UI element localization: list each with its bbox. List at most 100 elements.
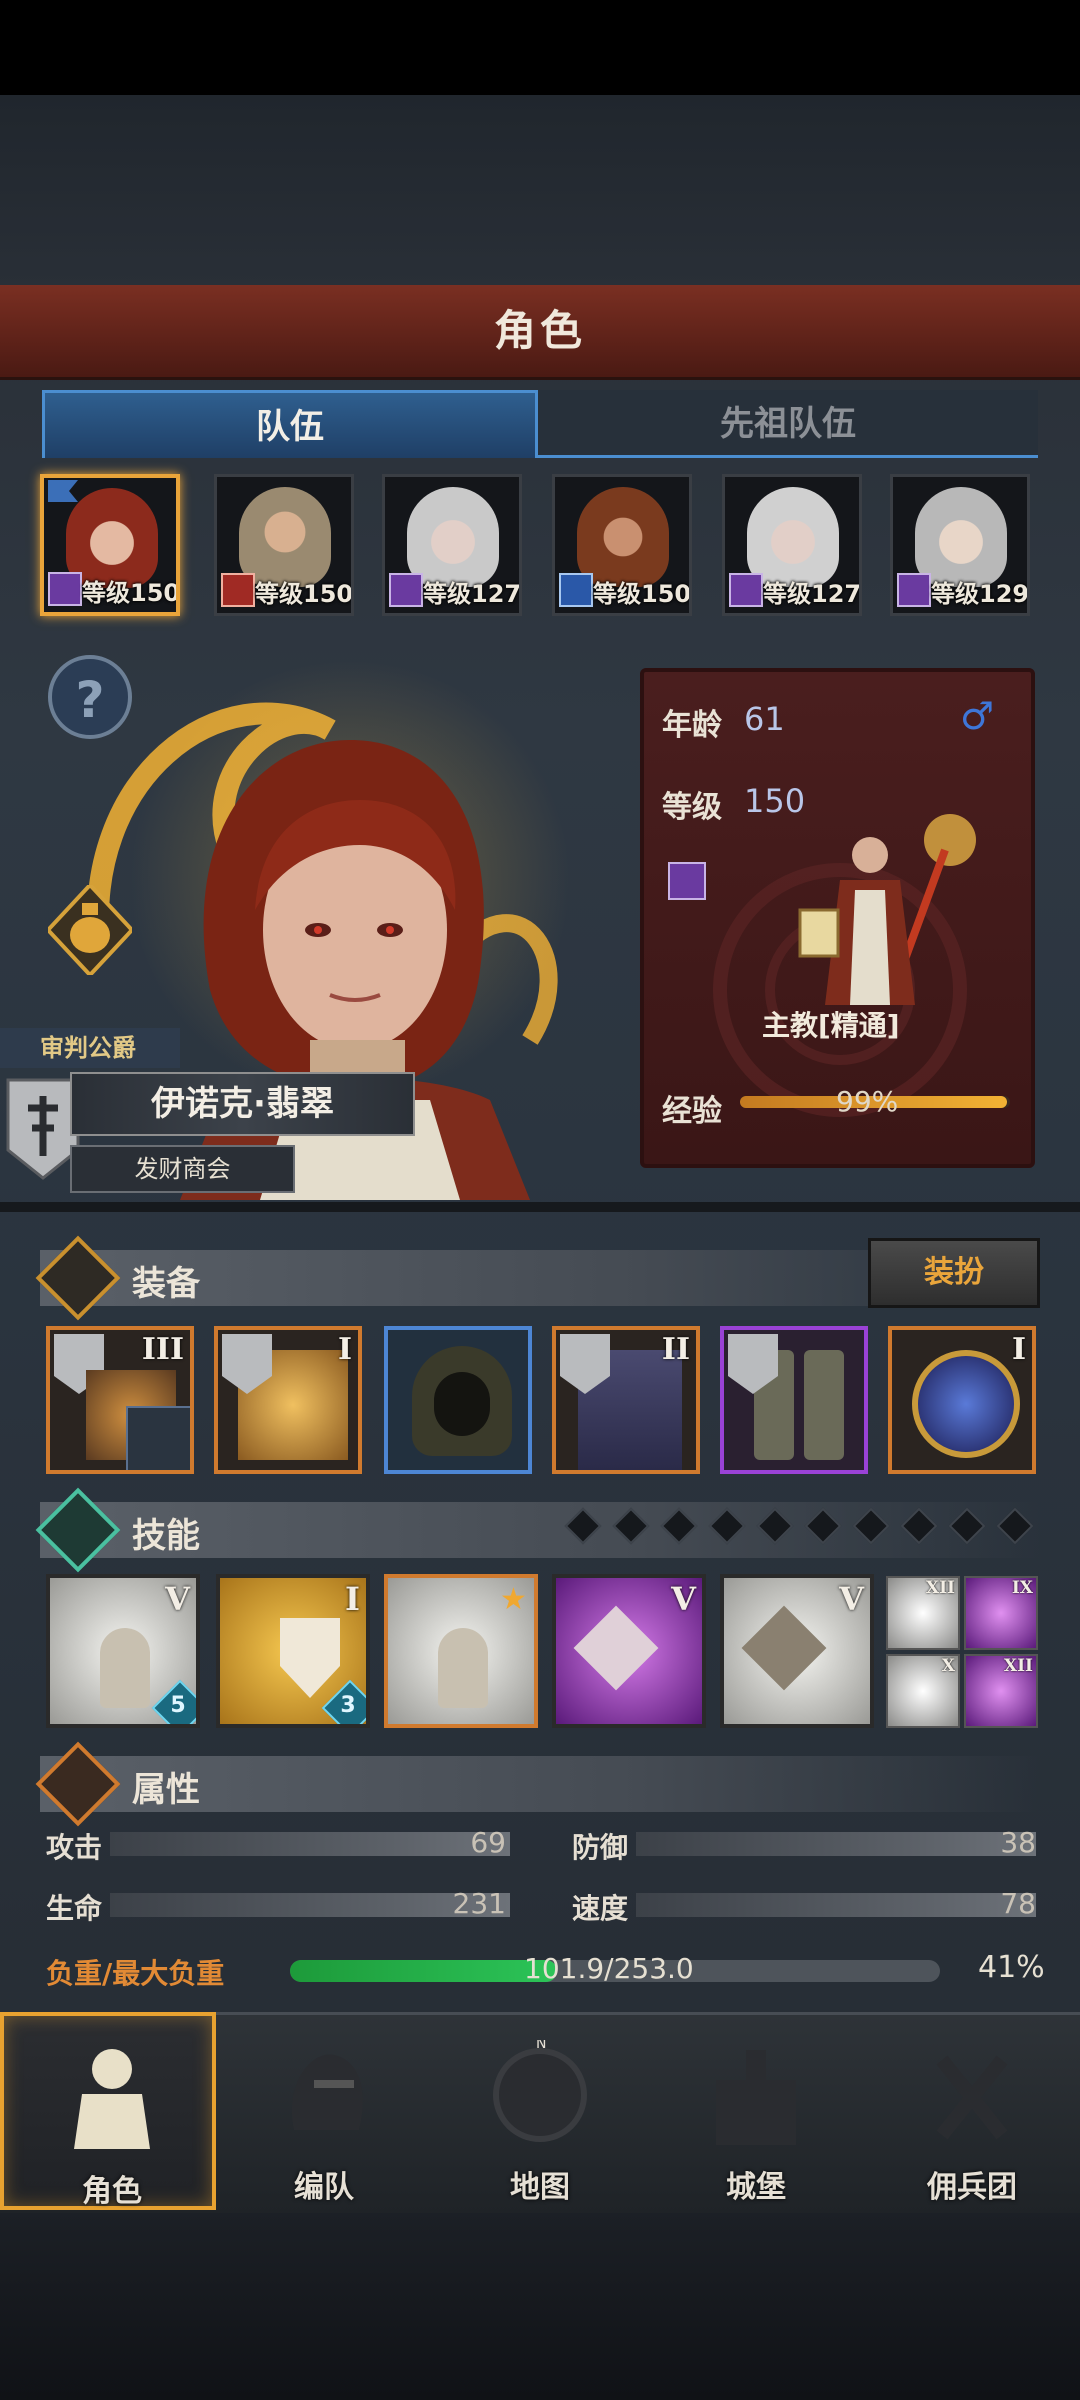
guild-name: 发财商会 bbox=[70, 1145, 295, 1193]
tab-ancestor-team[interactable]: 先祖队伍 bbox=[538, 390, 1038, 458]
skill-4[interactable]: V bbox=[552, 1574, 706, 1728]
equip-rank: I bbox=[337, 1332, 352, 1367]
figure-icon bbox=[438, 1628, 488, 1708]
shield-icon bbox=[280, 1618, 340, 1698]
crossed-swords-icon bbox=[936, 2055, 1008, 2140]
potion-icon[interactable] bbox=[48, 885, 132, 975]
roster-hero-1[interactable]: 等级150 bbox=[40, 474, 180, 616]
sword-class-icon bbox=[559, 573, 593, 607]
equip-rank: I bbox=[1011, 1332, 1026, 1367]
noble-title-tag: 审判公爵 bbox=[0, 1028, 180, 1068]
age-label: 年龄 bbox=[662, 708, 722, 743]
skill-rank: XII bbox=[925, 1578, 955, 1598]
staff-class-icon bbox=[897, 573, 931, 607]
skills-title: 技能 bbox=[132, 1516, 200, 1556]
hp-value: 231 bbox=[452, 1887, 506, 1920]
status-bar-area bbox=[0, 0, 1080, 95]
skill-5[interactable]: V bbox=[720, 1574, 874, 1728]
staff-class-icon bbox=[668, 862, 706, 900]
dress-up-button[interactable]: 装扮 bbox=[868, 1238, 1040, 1308]
hero-level: 等级127 bbox=[423, 580, 522, 608]
svg-text:N: N bbox=[536, 2040, 546, 2052]
hero-level: 等级150 bbox=[255, 580, 354, 608]
orb-icon bbox=[912, 1350, 1020, 1458]
nav-mercenary[interactable]: 佣兵团 bbox=[864, 2012, 1080, 2210]
defense-value: 38 bbox=[1000, 1826, 1036, 1859]
roster-hero-3[interactable]: 等级127 bbox=[382, 474, 522, 616]
crystal-icon bbox=[741, 1605, 827, 1691]
skill-rank: IX bbox=[1011, 1578, 1033, 1598]
skill-rank: V bbox=[165, 1580, 190, 1618]
help-icon[interactable]: ? bbox=[48, 655, 132, 739]
skill-3[interactable]: ★ bbox=[384, 1574, 538, 1728]
staff-class-icon bbox=[48, 572, 82, 606]
roster-hero-4[interactable]: 等级150 bbox=[552, 474, 692, 616]
roster-hero-5[interactable]: 等级127 bbox=[722, 474, 862, 616]
passive-skill-2[interactable]: IX bbox=[964, 1576, 1038, 1650]
hp-label: 生命 bbox=[46, 1892, 103, 1925]
equip-slot-offhand[interactable]: I bbox=[214, 1326, 362, 1474]
passive-skill-4[interactable]: XII bbox=[964, 1654, 1038, 1728]
hero-name: 伊诺克·翡翠 bbox=[70, 1072, 415, 1136]
load-value: 101.9/253.0 bbox=[524, 1952, 694, 1985]
roster-hero-6[interactable]: 等级129 bbox=[890, 474, 1030, 616]
hero-portrait bbox=[747, 487, 839, 587]
hero-portrait bbox=[577, 487, 669, 587]
equip-rank: II bbox=[661, 1332, 690, 1367]
nav-label: 编队 bbox=[294, 2170, 354, 2205]
skill-rank: V bbox=[671, 1580, 696, 1618]
faction-emblem-icon bbox=[6, 1078, 80, 1180]
skill-2[interactable]: I 3 bbox=[216, 1574, 370, 1728]
nav-map[interactable]: N 地图 bbox=[432, 2012, 648, 2210]
level-label: 等级 bbox=[662, 790, 722, 825]
equip-slot-armor[interactable]: II bbox=[552, 1326, 700, 1474]
exp-label: 经验 bbox=[662, 1094, 722, 1129]
boot-icon bbox=[804, 1350, 844, 1460]
skill-count: 5 bbox=[170, 1693, 186, 1718]
page-title: 角色 bbox=[493, 306, 586, 355]
skill-rank: XII bbox=[1003, 1656, 1033, 1676]
male-icon: ♂ bbox=[960, 694, 995, 738]
attack-value: 69 bbox=[470, 1826, 506, 1859]
bottom-fill bbox=[0, 2210, 1080, 2400]
defense-label: 防御 bbox=[572, 1831, 629, 1864]
roster-hero-2[interactable]: 等级150 bbox=[214, 474, 354, 616]
skill-count: 3 bbox=[340, 1693, 356, 1718]
hero-portrait bbox=[915, 487, 1007, 587]
nav-label: 城堡 bbox=[726, 2170, 786, 2205]
hero-level: 等级150 bbox=[593, 580, 692, 608]
nav-castle[interactable]: 城堡 bbox=[648, 2012, 864, 2210]
title-banner: 角色 bbox=[0, 285, 1080, 380]
equip-slot-accessory[interactable]: I bbox=[888, 1326, 1036, 1474]
nav-character[interactable]: 角色 bbox=[0, 2012, 216, 2210]
equip-slot-helmet[interactable] bbox=[384, 1326, 532, 1474]
offhand-icon bbox=[126, 1406, 190, 1470]
shield-class-icon bbox=[221, 573, 255, 607]
nav-formation[interactable]: 编队 bbox=[216, 2012, 432, 2210]
equip-slot-weapon[interactable]: III bbox=[46, 1326, 194, 1474]
hero-level: 等级150 bbox=[82, 579, 180, 607]
load-bar-fill bbox=[290, 1960, 557, 1982]
figure-icon bbox=[100, 1628, 150, 1708]
crystal-icon bbox=[573, 1605, 659, 1691]
attack-label: 攻击 bbox=[46, 1831, 103, 1864]
equipment-title: 装备 bbox=[132, 1264, 200, 1304]
equip-rank: III bbox=[141, 1332, 184, 1367]
skill-rank: I bbox=[345, 1580, 360, 1618]
passive-skill-3[interactable]: X bbox=[886, 1654, 960, 1728]
tab-team[interactable]: 队伍 bbox=[42, 390, 538, 458]
skill-1[interactable]: V 5 bbox=[46, 1574, 200, 1728]
load-percent: 41% bbox=[978, 1950, 1045, 1985]
star-icon: ★ bbox=[500, 1582, 527, 1617]
staff-class-icon bbox=[729, 573, 763, 607]
castle-icon bbox=[716, 2050, 796, 2145]
equip-slot-boots[interactable] bbox=[720, 1326, 868, 1474]
hero-level: 等级127 bbox=[763, 580, 862, 608]
staff-class-icon bbox=[389, 573, 423, 607]
leader-flag-icon bbox=[48, 480, 78, 502]
passive-skill-1[interactable]: XII bbox=[886, 1576, 960, 1650]
load-label: 负重/最大负重 bbox=[46, 1957, 225, 1990]
class-figure-icon bbox=[798, 814, 976, 1005]
nav-label: 地图 bbox=[510, 2170, 570, 2205]
speed-value: 78 bbox=[1000, 1887, 1036, 1920]
